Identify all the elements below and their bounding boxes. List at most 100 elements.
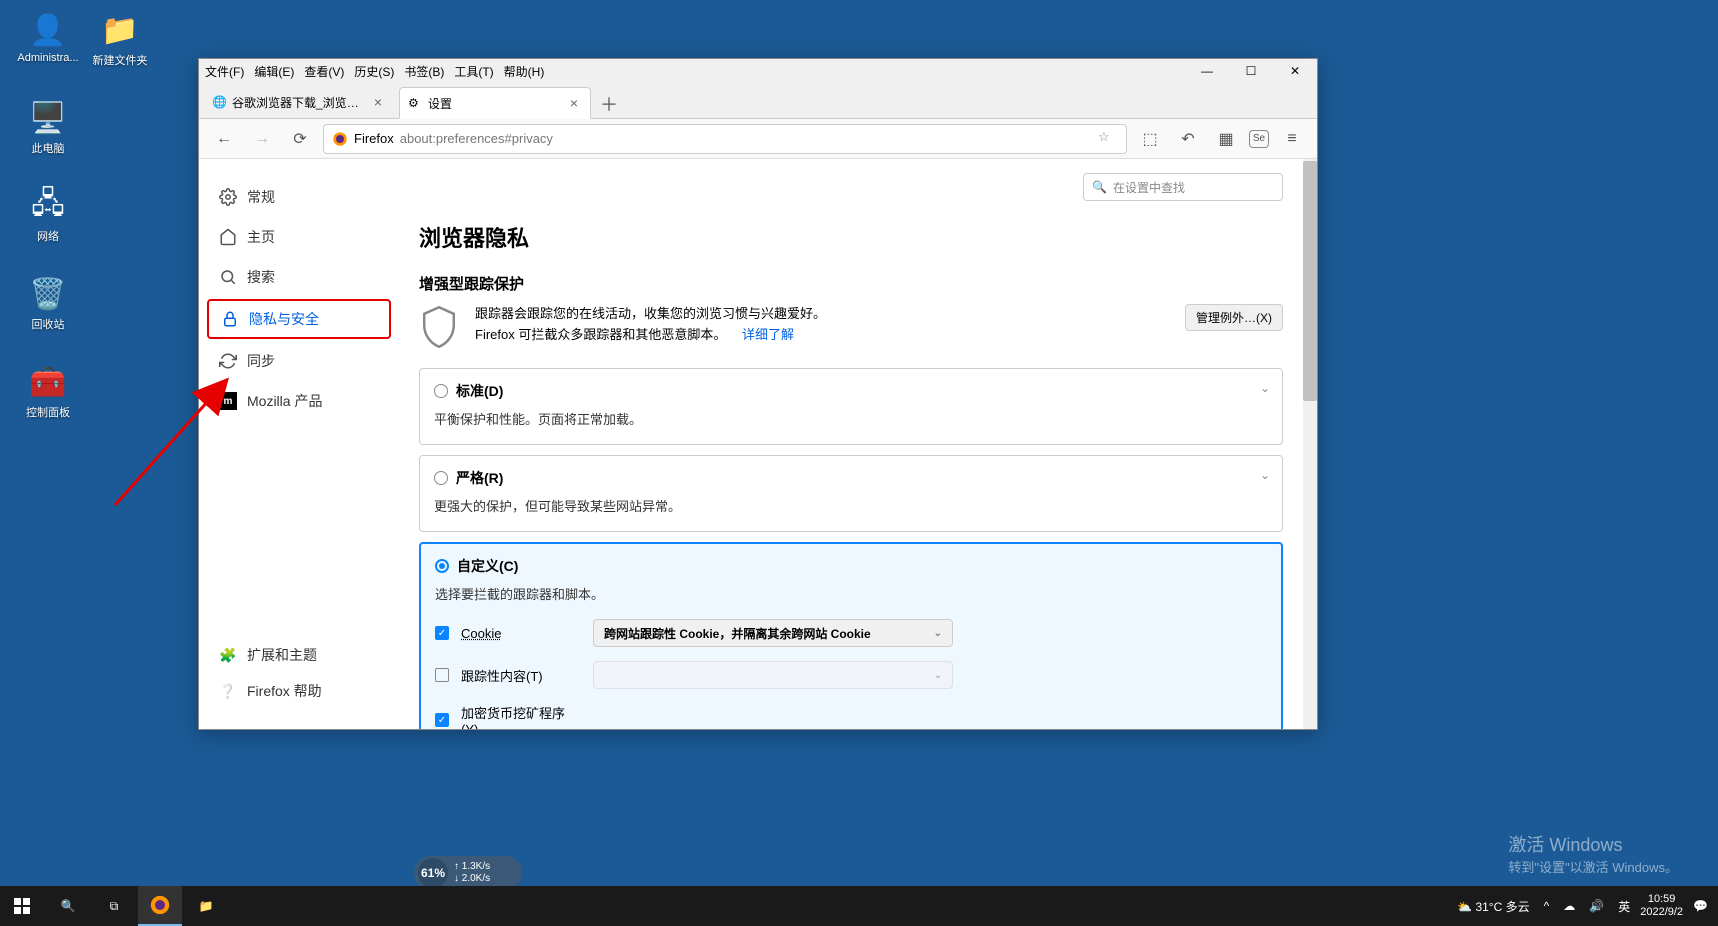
desktop-icon-thispc[interactable]: 🖥️ 此电脑 [10, 98, 86, 156]
firefox-icon [332, 131, 348, 147]
puzzle-icon: 🧩 [219, 646, 237, 664]
menu-tools[interactable]: 工具(T) [454, 63, 493, 80]
help-icon: ❔ [219, 682, 237, 700]
option-strict[interactable]: ⌄ 严格(R) 更强大的保护，但可能导致某些网站异常。 [419, 455, 1283, 532]
new-tab-button[interactable]: ＋ [595, 90, 623, 118]
network-speed-widget[interactable]: 61% ↑ 1.3K/s ↓ 2.0K/s [414, 856, 522, 890]
shield-icon [419, 304, 459, 350]
custom-cookie-row: ✓ Cookie 跨网站跟踪性 Cookie，并隔离其余跨网站 Cookie ⌄ [435, 619, 1267, 647]
menu-view[interactable]: 查看(V) [304, 63, 344, 80]
tab-settings[interactable]: ⚙ 设置 × [399, 87, 591, 119]
tracking-content-select[interactable]: ⌄ [593, 661, 953, 689]
clock[interactable]: 10:59 2022/9/2 [1640, 893, 1683, 919]
custom-tracking-content-row: 跟踪性内容(T) ⌄ [435, 661, 1267, 689]
notifications-icon[interactable]: 💬 [1689, 899, 1712, 913]
back-button[interactable]: ← [209, 124, 239, 154]
ime-indicator[interactable]: 英 [1614, 898, 1634, 915]
hamburger-menu-icon[interactable]: ≡ [1277, 124, 1307, 154]
reload-button[interactable]: ⟳ [285, 124, 315, 154]
chevron-down-icon: ⌄ [934, 670, 942, 681]
desktop-icon-network[interactable]: 🖧 网络 [10, 186, 86, 244]
sidebar-item-search[interactable]: 搜索 [207, 259, 391, 295]
search-placeholder: 在设置中查找 [1113, 179, 1185, 196]
tray-onedrive-icon[interactable]: ☁ [1559, 899, 1579, 913]
url-bar[interactable]: Firefox about:preferences#privacy ☆ [323, 124, 1127, 154]
radio-strict[interactable] [434, 471, 448, 485]
menubar: 文件(F) 编辑(E) 查看(V) 历史(S) 书签(B) 工具(T) 帮助(H… [199, 59, 1317, 83]
desktop-icon-controlpanel[interactable]: 🧰 控制面板 [10, 362, 86, 420]
chevron-down-icon: ⌄ [1260, 381, 1270, 395]
option-custom[interactable]: 自定义(C) 选择要拦截的跟踪器和脚本。 ✓ Cookie 跨网站跟踪性 Coo… [419, 542, 1283, 729]
checkbox-tracking-content[interactable] [435, 668, 449, 682]
urlbar-url: about:preferences#privacy [400, 131, 553, 146]
taskbar-firefox[interactable] [138, 886, 182, 926]
sidebar-item-general[interactable]: 常规 [207, 179, 391, 215]
maximize-button[interactable]: ☐ [1229, 59, 1273, 83]
mozilla-icon: m [219, 392, 237, 410]
menu-help[interactable]: 帮助(H) [504, 63, 545, 80]
checkbox-cookie[interactable]: ✓ [435, 626, 449, 640]
taskbar: 🔍 ⧉ 📁 ⛅ 31°C 多云 ^ ☁ 🔊 英 10:59 2022/9/2 💬 [0, 886, 1718, 926]
checkbox-cryptominer[interactable]: ✓ [435, 713, 449, 727]
menu-bookmarks[interactable]: 书签(B) [404, 63, 444, 80]
grid-icon[interactable]: ▦ [1211, 124, 1241, 154]
menu-file[interactable]: 文件(F) [205, 63, 244, 80]
tracking-text: 跟踪器会跟踪您的在线活动，收集您的浏览习惯与兴趣爱好。 Firefox 可拦截众… [475, 304, 1169, 346]
folder-icon: 📁 [100, 10, 140, 50]
section-title: 增强型跟踪保护 [419, 273, 1283, 294]
page-title: 浏览器隐私 [419, 221, 1283, 253]
minimize-button[interactable]: — [1185, 59, 1229, 83]
network-icon: 🖧 [28, 186, 68, 226]
chevron-down-icon: ⌄ [1260, 468, 1270, 482]
desktop-icon-recycle[interactable]: 🗑️ 回收站 [10, 274, 86, 332]
menu-edit[interactable]: 编辑(E) [254, 63, 294, 80]
radio-standard[interactable] [434, 384, 448, 398]
sidebar-item-sync[interactable]: 同步 [207, 343, 391, 379]
option-standard[interactable]: ⌄ 标准(D) 平衡保护和性能。页面将正常加载。 [419, 368, 1283, 445]
sidebar-item-extensions[interactable]: 🧩 扩展和主题 [207, 637, 391, 673]
tabbar: 🌐 谷歌浏览器下载_浏览器官网入口 × ⚙ 设置 × ＋ [199, 83, 1317, 119]
bookmark-star-icon[interactable]: ☆ [1098, 129, 1118, 149]
tracking-intro: 跟踪器会跟踪您的在线活动，收集您的浏览习惯与兴趣爱好。 Firefox 可拦截众… [419, 304, 1283, 350]
close-button[interactable]: ✕ [1273, 59, 1317, 83]
undo-icon[interactable]: ↶ [1173, 124, 1203, 154]
cookie-select[interactable]: 跨网站跟踪性 Cookie，并隔离其余跨网站 Cookie ⌄ [593, 619, 953, 647]
search-icon: 🔍 [1092, 180, 1107, 194]
se-icon[interactable]: Se [1249, 130, 1269, 148]
manage-exceptions-button[interactable]: 管理例外…(X) [1185, 304, 1283, 331]
weather-widget[interactable]: ⛅ 31°C 多云 [1453, 898, 1533, 915]
control-panel-icon: 🧰 [28, 362, 68, 402]
sidebar-item-home[interactable]: 主页 [207, 219, 391, 255]
desktop-icon-admin[interactable]: 👤 Administra... [10, 10, 86, 64]
tray-chevron-up-icon[interactable]: ^ [1540, 899, 1554, 913]
gear-icon [219, 188, 237, 206]
close-icon[interactable]: × [566, 95, 582, 111]
main-content: 🔍 在设置中查找 浏览器隐私 增强型跟踪保护 跟踪器会跟踪您的在线活动，收集您的… [399, 159, 1303, 729]
search-button[interactable]: 🔍 [46, 886, 90, 926]
menu-history[interactable]: 历史(S) [354, 63, 394, 80]
forward-button[interactable]: → [247, 124, 277, 154]
chrome-icon: 🌐 [212, 95, 226, 109]
vertical-scrollbar[interactable] [1303, 159, 1317, 729]
content: 常规 主页 搜索 隐私与安全 同步 m Mozilla 产品 [199, 159, 1317, 729]
scrollbar-thumb[interactable] [1303, 161, 1317, 401]
chevron-down-icon: ⌄ [934, 628, 942, 639]
cpu-pct: 61% [418, 858, 448, 888]
tab-chrome-download[interactable]: 🌐 谷歌浏览器下载_浏览器官网入口 × [203, 86, 395, 118]
screenshot-icon[interactable]: ⬚ [1135, 124, 1165, 154]
tray-volume-icon[interactable]: 🔊 [1585, 899, 1608, 913]
desktop-icon-folder[interactable]: 📁 新建文件夹 [82, 10, 158, 68]
gear-icon: ⚙ [408, 96, 422, 110]
recycle-bin-icon: 🗑️ [28, 274, 68, 314]
sidebar-item-privacy[interactable]: 隐私与安全 [207, 299, 391, 339]
learn-more-link[interactable]: 详细了解 [742, 327, 794, 342]
settings-search-input[interactable]: 🔍 在设置中查找 [1083, 173, 1283, 201]
sidebar-item-mozilla[interactable]: m Mozilla 产品 [207, 383, 391, 419]
start-button[interactable] [0, 886, 44, 926]
radio-custom[interactable] [435, 559, 449, 573]
close-icon[interactable]: × [370, 94, 386, 110]
sidebar-item-help[interactable]: ❔ Firefox 帮助 [207, 673, 391, 709]
taskbar-explorer[interactable]: 📁 [184, 886, 228, 926]
toolbar: ← → ⟳ Firefox about:preferences#privacy … [199, 119, 1317, 159]
task-view-button[interactable]: ⧉ [92, 886, 136, 926]
